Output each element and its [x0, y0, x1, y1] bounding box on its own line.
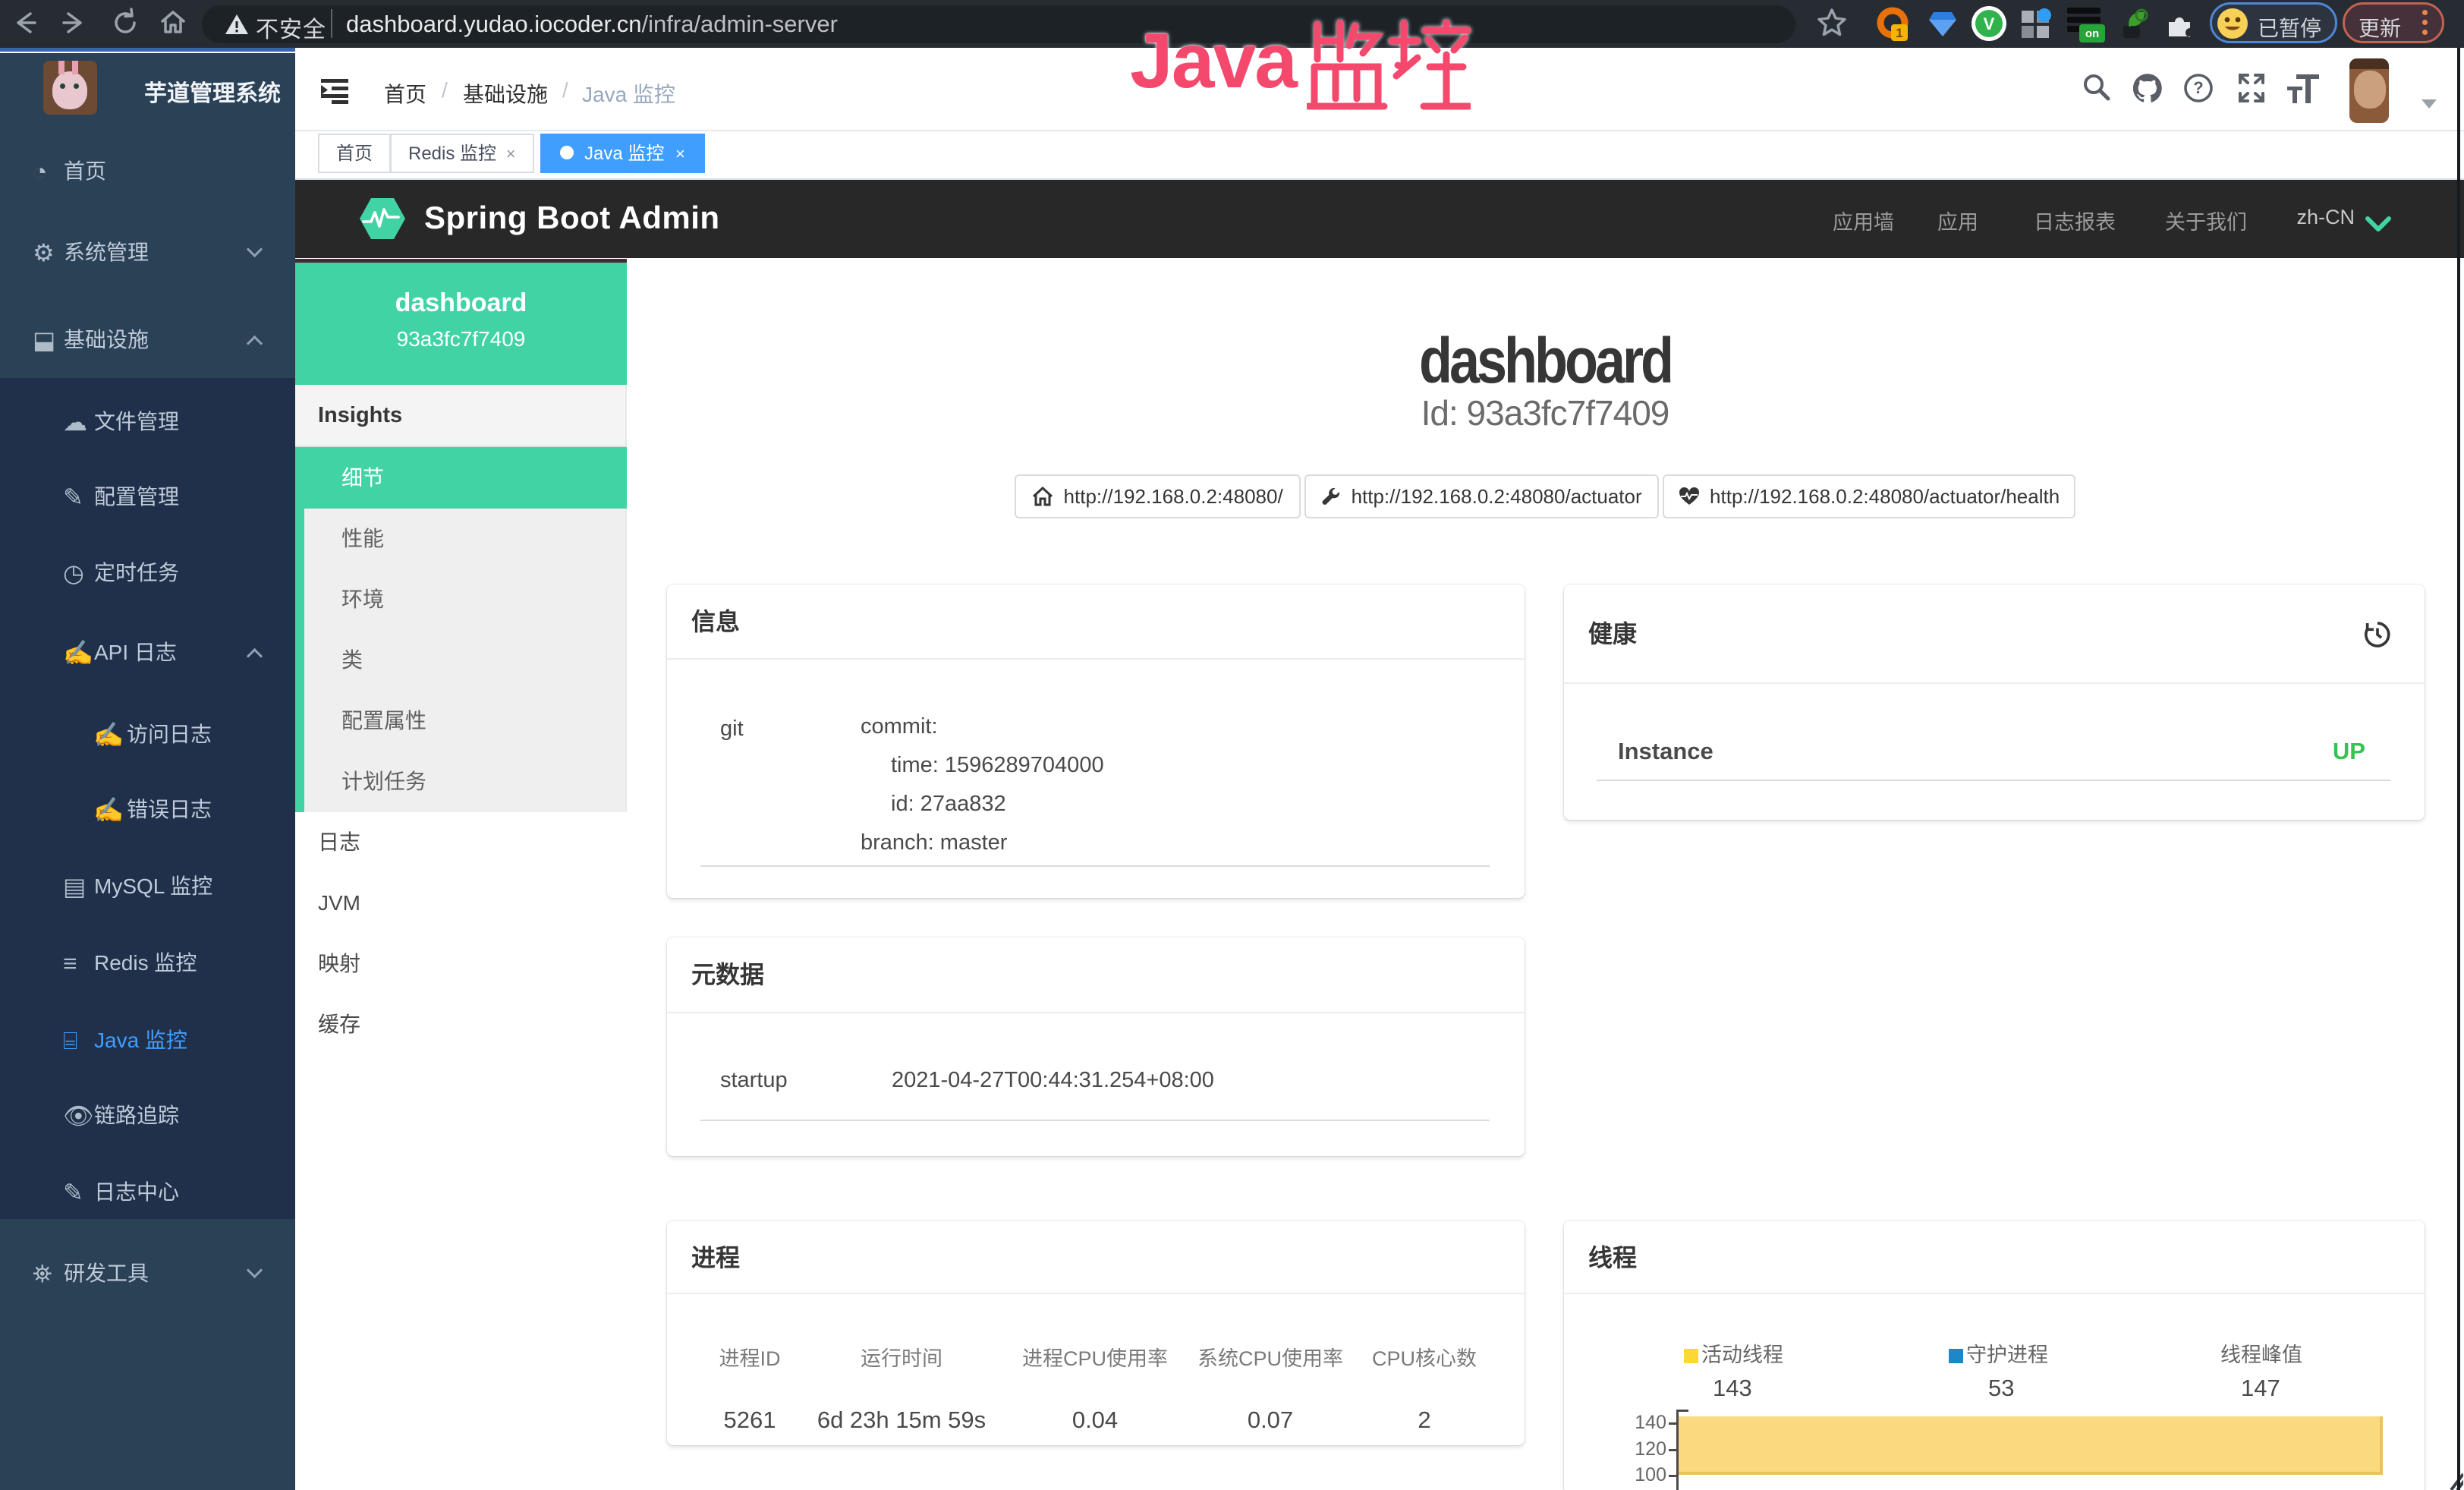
- svg-text:1: 1: [1896, 26, 1902, 40]
- svg-text:V: V: [1984, 14, 1995, 33]
- svg-text:on: on: [2085, 27, 2099, 40]
- svg-text:?: ?: [2193, 78, 2203, 97]
